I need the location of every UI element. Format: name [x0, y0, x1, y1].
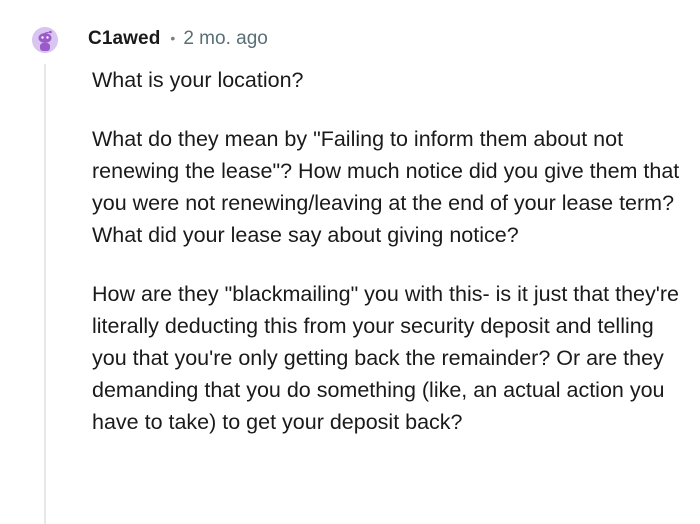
username-link[interactable]: C1awed	[88, 28, 160, 50]
meta-separator: •	[170, 30, 176, 46]
comment: C1awed • 2 mo. ago What is your location…	[0, 0, 700, 524]
comment-paragraph: What do they mean by "Failing to inform …	[92, 127, 680, 247]
comment-paragraph: How are they "blackmailing" you with thi…	[92, 282, 679, 434]
comment-paragraph: What is your location?	[92, 68, 304, 92]
snoo-avatar-icon	[32, 27, 58, 53]
thread-line[interactable]	[44, 64, 46, 524]
avatar[interactable]	[32, 27, 58, 53]
comment-body: What is your location? What do they mean…	[92, 64, 684, 465]
timestamp: 2 mo. ago	[183, 28, 268, 49]
comment-header: C1awed • 2 mo. ago	[88, 25, 268, 53]
